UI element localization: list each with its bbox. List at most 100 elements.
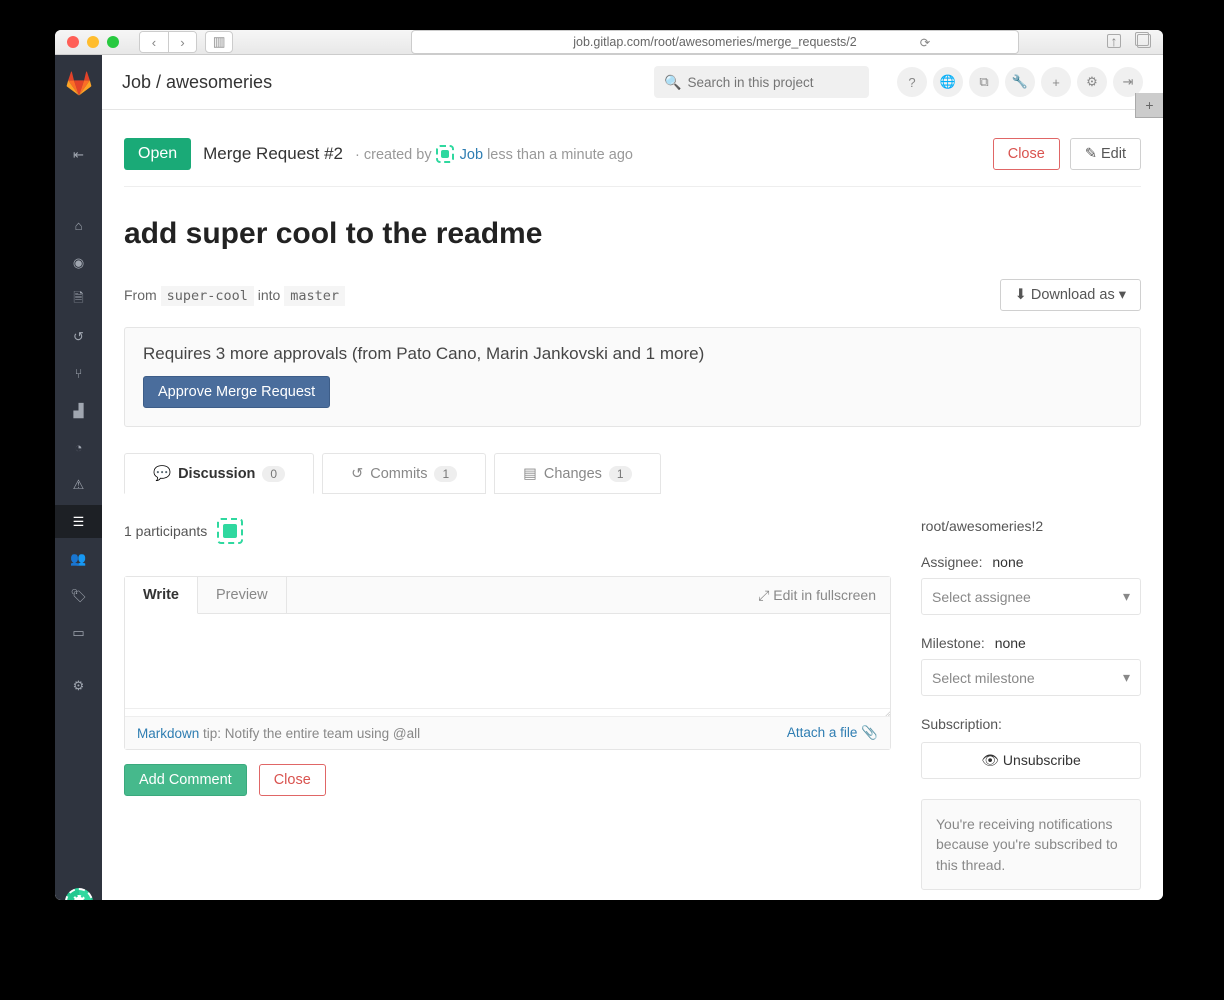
assignee-value: none xyxy=(992,554,1023,570)
titlebar: ‹ › ▥ job.gitlap.com/root/awesomeries/me… xyxy=(55,30,1163,55)
created-meta: · created by Job less than a minute ago xyxy=(355,145,633,163)
caret-down-icon: ▾ xyxy=(1119,287,1126,303)
changes-count: 1 xyxy=(609,466,632,482)
tab-discussion[interactable]: 💬 Discussion 0 xyxy=(124,453,314,494)
labels-icon[interactable]: 🏷 xyxy=(55,579,102,612)
user-avatar[interactable] xyxy=(65,888,93,900)
download-button[interactable]: ⬇ Download as ▾ xyxy=(1000,279,1141,311)
mr-id: Merge Request #2 xyxy=(203,144,343,164)
tabs-icon[interactable] xyxy=(1137,34,1151,51)
paperclip-icon: 📎 xyxy=(861,725,878,740)
fullscreen-link[interactable]: ⤢ Edit in fullscreen xyxy=(744,587,890,604)
back-button[interactable]: ‹ xyxy=(140,32,168,52)
main-column: 1 participants Write Preview ⤢ Edit in f… xyxy=(124,518,891,796)
tab-commits[interactable]: ↺ Commits 1 xyxy=(322,453,486,494)
wrench-icon[interactable]: 🔧 xyxy=(1005,67,1035,97)
assignee-select[interactable]: Select assignee ▾ xyxy=(921,578,1141,615)
milestone-select[interactable]: Select milestone ▾ xyxy=(921,659,1141,696)
history-icon: ↺ xyxy=(351,466,363,482)
preview-tab[interactable]: Preview xyxy=(198,577,287,613)
globe-icon[interactable]: 🌐 xyxy=(933,67,963,97)
collapse-icon[interactable]: ⇤ xyxy=(55,138,102,171)
branches-row: From super-cool into master ⬇ Download a… xyxy=(124,279,1141,327)
merge-requests-icon[interactable]: ☰ xyxy=(55,505,102,538)
milestone-block: Milestone: none Select milestone ▾ xyxy=(921,635,1141,696)
zoom-window-icon[interactable] xyxy=(107,36,119,48)
help-icon[interactable]: ? xyxy=(897,67,927,97)
content: Job / awesomeries 🔍 ? 🌐 ⧉ 🔧 + ⚙ ⇥ O xyxy=(102,55,1163,900)
sidebar-toggle-button[interactable]: ▥ xyxy=(205,31,233,53)
close-mr-button[interactable]: Close xyxy=(993,138,1060,170)
subscription-label: Subscription: xyxy=(921,716,1141,732)
traffic-lights xyxy=(67,36,119,48)
branch-icon[interactable]: ⑂ xyxy=(55,357,102,390)
assignee-block: Assignee: none Select assignee ▾ xyxy=(921,554,1141,615)
body: Open Merge Request #2 · created by Job l… xyxy=(102,110,1163,900)
author-link[interactable]: Job xyxy=(460,147,483,163)
resize-handle[interactable] xyxy=(125,708,890,716)
caret-down-icon: ▾ xyxy=(1123,588,1130,605)
markdown-link[interactable]: Markdown xyxy=(137,726,199,741)
copy-icon[interactable]: ⧉ xyxy=(969,67,999,97)
alert-icon[interactable]: ⚠ xyxy=(55,468,102,501)
settings-icon[interactable]: ⚙ xyxy=(55,669,102,702)
files-icon[interactable]: 🗎 xyxy=(55,283,102,316)
status-badge: Open xyxy=(124,138,191,170)
top-bar: Job / awesomeries 🔍 ? 🌐 ⧉ 🔧 + ⚙ ⇥ xyxy=(102,55,1163,110)
search-input[interactable] xyxy=(687,75,859,90)
write-tab[interactable]: Write xyxy=(125,577,198,614)
project-search[interactable]: 🔍 xyxy=(654,66,869,98)
comment-close-button[interactable]: Close xyxy=(259,764,326,796)
participant-avatar-icon[interactable] xyxy=(217,518,243,544)
browser-window: ‹ › ▥ job.gitlap.com/root/awesomeries/me… xyxy=(55,30,1163,900)
download-icon: ⬇ xyxy=(1015,287,1027,303)
forward-button[interactable]: › xyxy=(168,32,196,52)
breadcrumb[interactable]: Job / awesomeries xyxy=(122,72,272,93)
history-icon[interactable]: ↺ xyxy=(55,320,102,353)
url-bar[interactable]: job.gitlap.com/root/awesomeries/merge_re… xyxy=(411,30,1019,54)
comment-textarea[interactable] xyxy=(125,614,890,708)
approval-requirement: Requires 3 more approvals (from Pato Can… xyxy=(143,344,1122,364)
participants-label: 1 participants xyxy=(124,523,207,539)
clock-icon[interactable]: ◔ xyxy=(55,431,102,464)
branch-info: From super-cool into master xyxy=(124,287,345,304)
source-branch: super-cool xyxy=(161,286,254,306)
new-tab-button[interactable]: + xyxy=(1135,93,1163,118)
toolbar-icons: ↑ xyxy=(1107,34,1151,51)
subscription-block: Subscription: 👁 Unsubscribe xyxy=(921,716,1141,779)
mr-reference: root/awesomeries!2 xyxy=(921,518,1141,534)
home-icon[interactable]: ⌂ xyxy=(55,209,102,242)
members-icon[interactable]: 👥 xyxy=(55,542,102,575)
columns: 1 participants Write Preview ⤢ Edit in f… xyxy=(124,518,1141,890)
mr-header: Open Merge Request #2 · created by Job l… xyxy=(124,124,1141,187)
approve-button[interactable]: Approve Merge Request xyxy=(143,376,330,408)
plus-icon[interactable]: + xyxy=(1041,67,1071,97)
add-comment-button[interactable]: Add Comment xyxy=(124,764,247,796)
mr-tabs: 💬 Discussion 0 ↺ Commits 1 ▤ Changes 1 xyxy=(124,453,1141,494)
assignee-label: Assignee: xyxy=(921,554,982,570)
reload-icon[interactable]: ⟳ xyxy=(920,35,930,50)
close-window-icon[interactable] xyxy=(67,36,79,48)
comment-tabs: Write Preview ⤢ Edit in fullscreen xyxy=(125,577,890,614)
unsubscribe-button[interactable]: 👁 Unsubscribe xyxy=(921,742,1141,779)
pencil-icon: ✎ xyxy=(1085,146,1097,162)
comments-icon: 💬 xyxy=(153,465,171,482)
search-icon: 🔍 xyxy=(664,74,681,91)
attach-file-link[interactable]: Attach a file 📎 xyxy=(787,725,878,741)
minimize-window-icon[interactable] xyxy=(87,36,99,48)
url-text: job.gitlap.com/root/awesomeries/merge_re… xyxy=(573,35,856,49)
gear-icon[interactable]: ⚙ xyxy=(1077,67,1107,97)
graph-icon[interactable]: ▟ xyxy=(55,394,102,427)
diff-icon: ▤ xyxy=(523,466,537,482)
edit-mr-button[interactable]: ✎ Edit xyxy=(1070,138,1141,170)
nav-buttons: ‹ › xyxy=(139,31,197,53)
page: + ⇤ ⌂ ◉ 🗎 ↺ ⑂ ▟ ◔ ⚠ ☰ 👥 🏷 ▭ ⚙ xyxy=(55,55,1163,900)
wiki-icon[interactable]: ▭ xyxy=(55,616,102,649)
caret-down-icon: ▾ xyxy=(1123,669,1130,686)
eye-icon: 👁 xyxy=(981,752,1003,768)
header-actions: ? 🌐 ⧉ 🔧 + ⚙ ⇥ xyxy=(897,67,1143,97)
share-icon[interactable]: ↑ xyxy=(1107,34,1121,48)
dashboard-icon[interactable]: ◉ xyxy=(55,246,102,279)
gitlab-logo-icon[interactable] xyxy=(66,71,92,104)
tab-changes[interactable]: ▤ Changes 1 xyxy=(494,453,660,494)
